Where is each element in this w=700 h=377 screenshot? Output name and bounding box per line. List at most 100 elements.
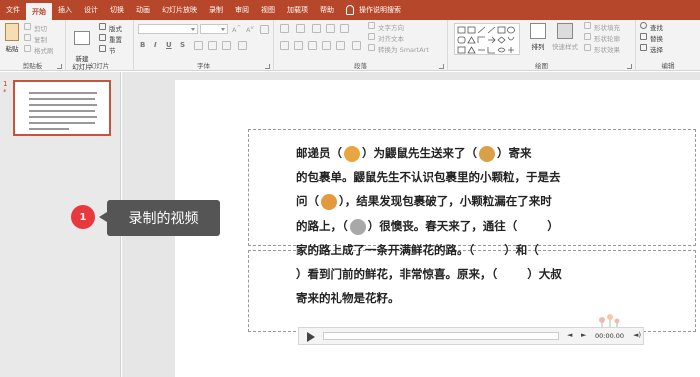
video-control-bar: ◄ ► 00:00.00 ◄) — [298, 327, 644, 345]
tab-insert[interactable]: 插入 — [52, 0, 78, 20]
forward-icon[interactable]: ► — [581, 331, 586, 339]
paragraph-group-label: 段落 — [354, 62, 367, 70]
section-button[interactable]: 节 — [109, 45, 116, 55]
shrink-font-icon[interactable]: Av — [246, 25, 254, 34]
thumbnail-text-line — [29, 116, 97, 118]
play-icon[interactable] — [307, 332, 315, 342]
reset-button[interactable]: 重置 — [109, 34, 122, 44]
align-left-icon[interactable] — [280, 41, 289, 50]
paragraph-group: 文字方向 对齐文本 转换为 SmartArt 段落 — [274, 20, 448, 71]
tab-transitions[interactable]: 切换 — [104, 0, 130, 20]
find-button[interactable]: 查找 — [650, 22, 663, 32]
story-line: 的路上，（ ）很懊丧。春天来了，通往（） — [296, 218, 559, 235]
clipboard-launcher-icon[interactable] — [57, 64, 62, 69]
font-size-combo[interactable] — [200, 24, 228, 34]
shape-effects-icon — [584, 44, 591, 51]
scissors-icon — [24, 23, 31, 30]
replace-button[interactable]: 替换 — [650, 33, 663, 43]
tab-animations[interactable]: 动画 — [130, 0, 156, 20]
quick-styles-icon — [557, 23, 573, 39]
font-launcher-icon[interactable] — [265, 64, 270, 69]
layout-button[interactable]: 版式 — [109, 23, 122, 33]
smartart-icon — [368, 44, 375, 51]
font-color-icon[interactable] — [238, 41, 247, 50]
deer-icon — [479, 146, 495, 162]
copy-button[interactable]: 复制 — [34, 34, 47, 44]
shape-outline-button[interactable]: 形状轮廓 — [594, 33, 620, 43]
video-time: 00:00.00 — [595, 332, 625, 340]
rewind-icon[interactable]: ◄ — [567, 331, 572, 339]
callout-pointer — [99, 212, 107, 222]
shapes-gallery-icons — [457, 26, 515, 54]
shapes-gallery[interactable] — [454, 23, 520, 55]
video-timeline[interactable] — [323, 332, 559, 340]
italic-button[interactable]: I — [154, 41, 157, 49]
select-button[interactable]: 选择 — [650, 44, 663, 54]
squirrel-icon — [321, 194, 337, 211]
numbering-icon[interactable] — [296, 24, 305, 33]
tab-file[interactable]: 文件 — [0, 0, 26, 20]
select-icon — [640, 44, 647, 51]
font-group-label: 字体 — [197, 62, 210, 70]
thumbnail-text-line — [29, 122, 95, 124]
callout-number-badge: 1 — [71, 205, 95, 229]
columns-icon[interactable] — [352, 41, 361, 50]
editing-group: 查找 替换 选择 编辑 — [636, 20, 700, 71]
layout-icon — [99, 23, 106, 30]
thumbnail-text-line — [29, 92, 97, 94]
strikethrough-icon[interactable] — [194, 41, 203, 50]
new-slide-icon — [74, 31, 90, 45]
tab-home[interactable]: 开始 — [26, 3, 52, 20]
increase-indent-icon[interactable] — [326, 24, 335, 33]
tab-design[interactable]: 设计 — [78, 0, 104, 20]
justify-icon[interactable] — [322, 41, 331, 50]
thumbnail-text-line — [29, 104, 97, 106]
tab-slideshow[interactable]: 幻灯片放映 — [156, 0, 203, 20]
format-painter-button[interactable]: 格式刷 — [34, 45, 54, 55]
volume-icon[interactable]: ◄) — [633, 331, 641, 339]
tell-me-search[interactable]: 操作说明搜索 — [346, 0, 401, 20]
underline-button[interactable]: U — [166, 41, 172, 49]
mailman-dog-icon — [344, 146, 360, 162]
ribbon: 粘贴 剪切 复制 格式刷 剪贴板 新建 幻灯片 版式 重置 节 幻灯片 A^ A… — [0, 20, 700, 71]
drawing-launcher-icon[interactable] — [627, 64, 632, 69]
clear-format-icon[interactable] — [260, 25, 269, 34]
find-icon — [640, 22, 647, 29]
tab-record[interactable]: 录制 — [203, 0, 229, 20]
clipboard-group: 粘贴 剪切 复制 格式刷 剪贴板 — [0, 20, 66, 71]
align-text-button[interactable]: 对齐文本 — [378, 33, 404, 43]
tab-review[interactable]: 审阅 — [229, 0, 255, 20]
quick-styles-button[interactable]: 快速样式 — [550, 23, 580, 51]
tab-addins[interactable]: 加载项 — [281, 0, 314, 20]
cut-button[interactable]: 剪切 — [34, 23, 47, 33]
font-name-combo[interactable] — [138, 24, 198, 34]
tab-view[interactable]: 视图 — [255, 0, 281, 20]
paste-button[interactable]: 粘贴 — [3, 23, 21, 53]
bullets-icon[interactable] — [280, 24, 289, 33]
reset-icon — [99, 34, 106, 41]
replace-icon — [640, 33, 647, 40]
text-direction-button[interactable]: 文字方向 — [378, 22, 404, 32]
bold-button[interactable]: B — [140, 41, 145, 49]
align-center-icon[interactable] — [294, 41, 303, 50]
format-painter-icon — [24, 45, 31, 52]
char-spacing-icon[interactable] — [208, 41, 217, 50]
shadow-button[interactable]: S — [180, 41, 185, 49]
align-right-icon[interactable] — [308, 41, 317, 50]
smartart-button[interactable]: 转换为 SmartArt — [378, 44, 429, 54]
paragraph-launcher-icon[interactable] — [439, 64, 444, 69]
shape-fill-button[interactable]: 形状填充 — [594, 22, 620, 32]
drawing-group-label: 绘图 — [535, 62, 548, 70]
mole-icon — [349, 218, 366, 235]
grow-font-icon[interactable]: A^ — [232, 25, 241, 34]
change-case-icon[interactable] — [222, 41, 231, 50]
shape-effects-button[interactable]: 形状效果 — [594, 44, 620, 54]
editing-group-label: 编辑 — [661, 62, 675, 70]
line-spacing-icon[interactable] — [340, 24, 349, 33]
slide-thumbnail[interactable] — [13, 80, 111, 136]
arrange-button[interactable]: 排列 — [528, 23, 548, 51]
tab-help[interactable]: 帮助 — [314, 0, 340, 20]
decrease-indent-icon[interactable] — [312, 24, 321, 33]
distributed-icon[interactable] — [336, 41, 345, 50]
story-text[interactable]: 邮递员（ ）为鼹鼠先生送来了（ ）寄来 的包裹单。鼹鼠先生不认识包裹里的小颗粒，于是… — [296, 141, 662, 310]
